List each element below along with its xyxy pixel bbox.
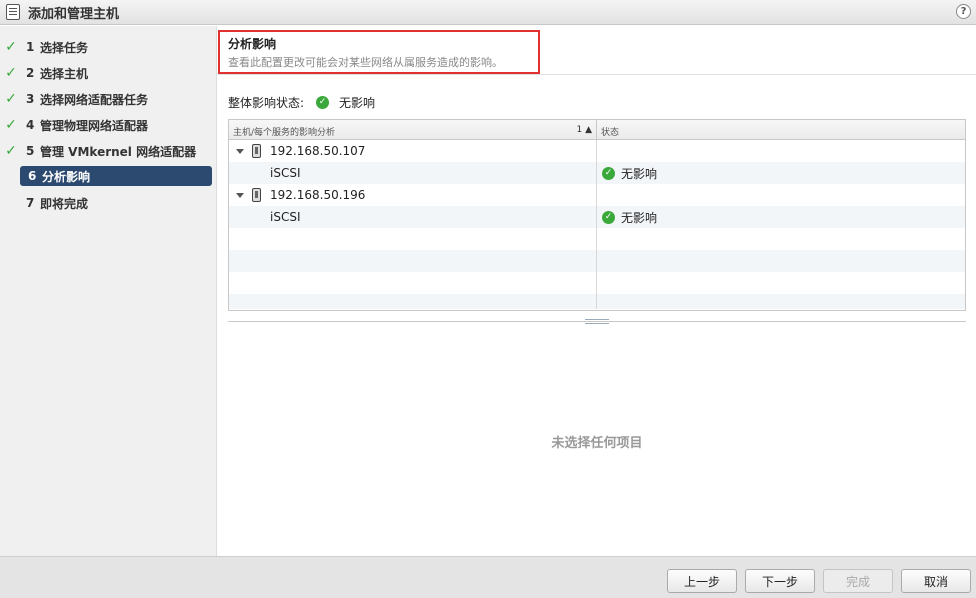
check-icon: ✓ bbox=[5, 39, 17, 55]
table-row-service[interactable]: iSCSI ✓ 无影响 bbox=[229, 162, 965, 184]
expand-toggle-icon[interactable] bbox=[236, 148, 244, 154]
ok-check-icon: ✓ bbox=[602, 166, 615, 180]
step-analyze-impact[interactable]: 6 分析影响 bbox=[20, 166, 212, 186]
ok-check-icon: ✓ bbox=[602, 210, 615, 224]
overall-impact-status: 整体影响状态: ✓ 无影响 bbox=[228, 94, 375, 111]
sort-indicator: 1 ▲ bbox=[576, 125, 592, 135]
step-select-hosts[interactable]: ✓ 2 选择主机 bbox=[0, 63, 212, 83]
table-row-host[interactable]: 192.168.50.196 bbox=[229, 184, 965, 206]
check-icon: ✓ bbox=[5, 91, 17, 107]
back-button[interactable]: 上一步 bbox=[667, 569, 737, 593]
expand-toggle-icon[interactable] bbox=[236, 192, 244, 198]
column-header-host-service[interactable]: 主机/每个服务的影响分析 1 ▲ bbox=[229, 120, 597, 139]
step-label: 分析影响 bbox=[42, 169, 91, 184]
ok-check-icon: ✓ bbox=[316, 96, 330, 109]
step-manage-vmkernel-adapters[interactable]: ✓ 5 管理 VMkernel 网络适配器 bbox=[0, 141, 212, 161]
step-label: 管理 VMkernel 网络适配器 bbox=[40, 144, 197, 159]
help-icon[interactable]: ? bbox=[956, 4, 971, 19]
table-row-host[interactable]: 192.168.50.107 bbox=[229, 140, 965, 162]
wizard-icon bbox=[6, 4, 20, 20]
overall-status-label: 整体影响状态: bbox=[228, 96, 305, 110]
column-header-status[interactable]: 状态 bbox=[597, 120, 965, 139]
overall-status-value: 无影响 bbox=[339, 96, 376, 110]
step-manage-physical-adapters[interactable]: ✓ 4 管理物理网络适配器 bbox=[0, 115, 212, 135]
status-text: 无影响 bbox=[621, 210, 658, 225]
table-row-empty bbox=[229, 250, 965, 272]
host-name: 192.168.50.107 bbox=[270, 144, 366, 158]
check-icon: ✓ bbox=[5, 117, 17, 133]
window-title: 添加和管理主机 bbox=[28, 6, 120, 22]
wizard-footer: 上一步 下一步 完成 取消 bbox=[0, 556, 976, 598]
splitter-handle[interactable] bbox=[585, 319, 609, 324]
next-button[interactable]: 下一步 bbox=[745, 569, 815, 593]
table-row-service[interactable]: iSCSI ✓ 无影响 bbox=[229, 206, 965, 228]
host-icon bbox=[252, 144, 261, 158]
header-divider bbox=[218, 74, 976, 75]
step-label: 即将完成 bbox=[40, 196, 89, 211]
step-label: 管理物理网络适配器 bbox=[40, 118, 149, 133]
service-name: iSCSI bbox=[270, 166, 301, 180]
page-title: 分析影响 bbox=[228, 37, 277, 51]
step-ready-to-complete[interactable]: 7 即将完成 bbox=[0, 193, 212, 213]
table-row-empty bbox=[229, 228, 965, 250]
host-name: 192.168.50.196 bbox=[270, 188, 366, 202]
impact-grid: 主机/每个服务的影响分析 1 ▲ 状态 192.168.50.107 iSCSI… bbox=[228, 119, 966, 311]
grid-header: 主机/每个服务的影响分析 1 ▲ 状态 bbox=[229, 120, 965, 140]
service-name: iSCSI bbox=[270, 210, 301, 224]
cancel-button[interactable]: 取消 bbox=[901, 569, 971, 593]
main-panel: 分析影响 查看此配置更改可能会对某些网络从属服务造成的影响。 整体影响状态: ✓… bbox=[218, 26, 976, 556]
step-select-adapter-tasks[interactable]: ✓ 3 选择网络适配器任务 bbox=[0, 89, 212, 109]
page-header: 分析影响 查看此配置更改可能会对某些网络从属服务造成的影响。 bbox=[218, 30, 540, 74]
step-label: 选择任务 bbox=[40, 40, 89, 55]
status-text: 无影响 bbox=[621, 166, 658, 181]
step-label: 选择主机 bbox=[40, 66, 89, 81]
host-icon bbox=[252, 188, 261, 202]
page-subtitle: 查看此配置更改可能会对某些网络从属服务造成的影响。 bbox=[228, 56, 503, 69]
step-select-task[interactable]: ✓ 1 选择任务 bbox=[0, 37, 212, 57]
check-icon: ✓ bbox=[5, 143, 17, 159]
step-label: 选择网络适配器任务 bbox=[40, 92, 149, 107]
table-row-empty bbox=[229, 294, 965, 309]
window-titlebar: 添加和管理主机 ? bbox=[0, 0, 976, 25]
finish-button[interactable]: 完成 bbox=[823, 569, 893, 593]
check-icon: ✓ bbox=[5, 65, 17, 81]
detail-empty-message: 未选择任何项目 bbox=[551, 436, 643, 451]
table-row-empty bbox=[229, 272, 965, 294]
wizard-steps-sidebar: ✓ 1 选择任务 ✓ 2 选择主机 ✓ 3 选择网络适配器任务 ✓ 4 管理物理… bbox=[0, 26, 217, 556]
